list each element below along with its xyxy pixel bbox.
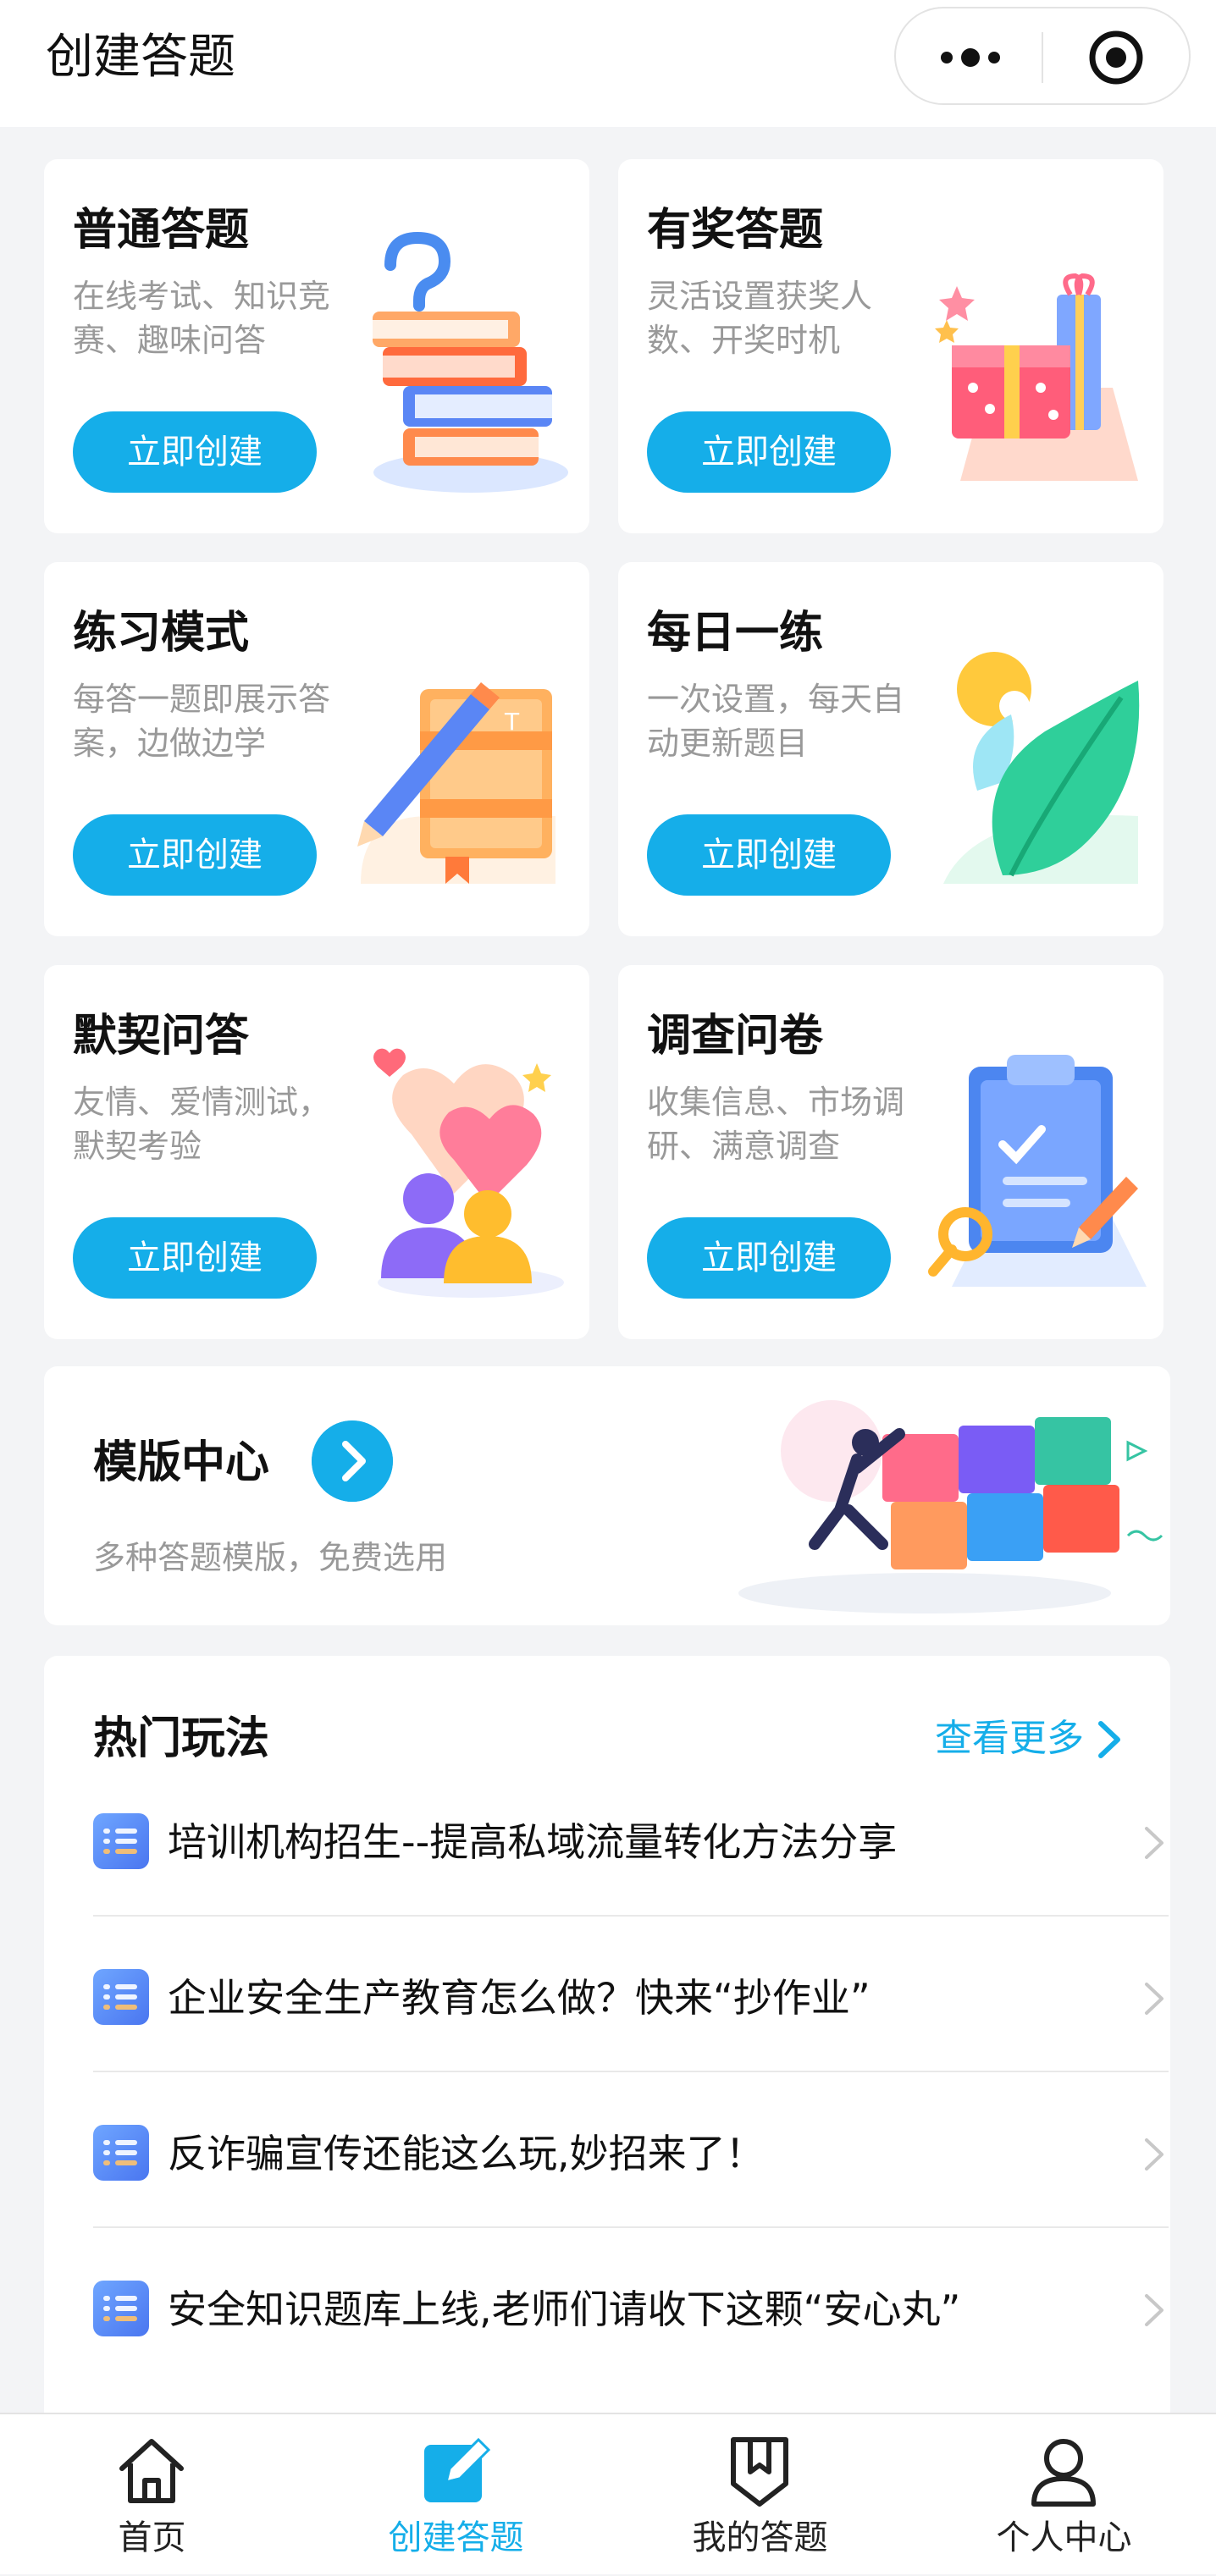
template-center-title: 模版中心 xyxy=(93,1437,270,1488)
hot-list-item[interactable]: 安全知识题库上线,老师们请收下这颗“安心丸” xyxy=(93,2228,1170,2384)
chevron-right-icon xyxy=(1145,1827,1163,1859)
document-icon xyxy=(93,1969,149,2025)
user-icon xyxy=(1031,2439,1096,2507)
create-now-button[interactable]: 立即创建 xyxy=(73,1217,317,1299)
hot-item-title: 培训机构招生--提高私域流量转化方法分享 xyxy=(168,1819,898,1865)
card-survey[interactable]: 调查问卷 收集信息、市场调研、满意调查 立即创建 xyxy=(618,965,1163,1339)
tab-label: 首页 xyxy=(118,2518,186,2557)
card-daily-practice[interactable]: 每日一练 一次设置，每天自动更新题目 立即创建 xyxy=(618,562,1163,936)
card-reward-quiz[interactable]: 有奖答题 灵活设置获奖人数、开奖时机 立即创建 xyxy=(618,159,1163,533)
home-icon xyxy=(119,2439,184,2503)
hearts-people-icon xyxy=(373,1048,564,1298)
clipboard-survey-icon xyxy=(928,1055,1147,1287)
create-now-button[interactable]: 立即创建 xyxy=(73,411,317,493)
books-question-icon xyxy=(373,231,568,493)
hot-list-item[interactable]: 培训机构招生--提高私域流量转化方法分享 xyxy=(93,1761,1170,1917)
card-title: 练习模式 xyxy=(73,608,250,659)
card-desc: 每答一题即展示答案，边做边学 xyxy=(73,681,331,762)
template-center-banner[interactable]: 模版中心 多种答题模版，免费选用 xyxy=(44,1366,1170,1625)
mini-program-capsule xyxy=(894,7,1191,105)
card-title: 每日一练 xyxy=(647,608,824,659)
arrow-right-icon[interactable] xyxy=(312,1420,393,1502)
card-practice-mode[interactable]: 练习模式 每答一题即展示答案，边做边学 立即创建 T xyxy=(44,562,589,936)
chevron-right-icon xyxy=(1145,2138,1163,2171)
card-desc: 友情、爱情测试，默契考验 xyxy=(73,1084,331,1165)
document-icon xyxy=(93,2281,149,2336)
tab-profile[interactable]: 个人中心 xyxy=(912,2414,1216,2576)
tab-label: 个人中心 xyxy=(996,2518,1132,2557)
card-title: 普通答题 xyxy=(73,205,250,256)
hot-section: 热门玩法 查看更多 培训机构招生--提高私域流量转化方法分享 企业安全生产教育怎… xyxy=(44,1656,1170,2418)
card-tacit-qa[interactable]: 默契问答 友情、爱情测试，默契考验 立即创建 xyxy=(44,965,589,1339)
card-title: 默契问答 xyxy=(73,1011,250,1062)
edit-icon xyxy=(424,2437,491,2502)
more-icon[interactable] xyxy=(921,25,1023,90)
hot-item-title: 企业安全生产教育怎么做？快来“抄作业” xyxy=(168,1975,871,2021)
gift-box-icon xyxy=(935,273,1138,481)
hot-section-title: 热门玩法 xyxy=(93,1713,270,1764)
notebook-pencil-icon: T xyxy=(357,682,555,884)
card-desc: 收集信息、市场调研、满意调查 xyxy=(647,1084,905,1165)
capsule-divider xyxy=(1042,32,1043,83)
card-title: 调查问卷 xyxy=(647,1011,824,1062)
create-now-button[interactable]: 立即创建 xyxy=(647,411,891,493)
close-target-icon[interactable] xyxy=(1082,25,1150,90)
card-desc: 灵活设置获奖人数、开奖时机 xyxy=(647,278,873,359)
create-now-button[interactable]: 立即创建 xyxy=(647,814,891,896)
chevron-right-icon xyxy=(1145,1983,1163,2015)
card-desc: 在线考试、知识竞赛、趣味问答 xyxy=(73,278,331,359)
create-now-button[interactable]: 立即创建 xyxy=(73,814,317,896)
template-center-desc: 多种答题模版，免费选用 xyxy=(93,1539,448,1576)
hot-item-title: 反诈骗宣传还能这么玩,妙招来了！ xyxy=(168,2131,765,2176)
hot-list-item[interactable]: 企业安全生产教育怎么做？快来“抄作业” xyxy=(93,1917,1170,2072)
card-normal-quiz[interactable]: 普通答题 在线考试、知识竞赛、趣味问答 立即创建 xyxy=(44,159,589,533)
hot-item-title: 安全知识题库上线,老师们请收下这颗“安心丸” xyxy=(168,2286,961,2332)
bookmark-icon xyxy=(731,2437,788,2507)
view-more-link[interactable]: 查看更多 xyxy=(935,1713,1084,1764)
leaf-sun-icon xyxy=(943,652,1140,884)
svg-text:T: T xyxy=(504,708,520,736)
hot-list-item[interactable]: 反诈骗宣传还能这么玩,妙招来了！ xyxy=(93,2072,1170,2228)
bottom-tab-bar: 首页 创建答题 我的答题 个人中心 xyxy=(0,2413,1216,2574)
page-title: 创建答题 xyxy=(46,30,235,85)
navigation-bar: 创建答题 xyxy=(0,0,1216,127)
puzzle-illustration-icon xyxy=(738,1400,1163,1613)
tab-home[interactable]: 首页 xyxy=(0,2414,304,2576)
tab-create-quiz[interactable]: 创建答题 xyxy=(304,2414,608,2576)
tab-label: 创建答题 xyxy=(388,2518,524,2557)
card-desc: 一次设置，每天自动更新题目 xyxy=(647,681,905,762)
chevron-right-icon[interactable] xyxy=(1092,1718,1126,1761)
chevron-right-icon xyxy=(1145,2294,1163,2326)
tab-my-quiz[interactable]: 我的答题 xyxy=(608,2414,912,2576)
card-title: 有奖答题 xyxy=(647,205,824,256)
tab-label: 我的答题 xyxy=(692,2518,828,2557)
document-icon xyxy=(93,1813,149,1869)
create-now-button[interactable]: 立即创建 xyxy=(647,1217,891,1299)
document-icon xyxy=(93,2125,149,2181)
